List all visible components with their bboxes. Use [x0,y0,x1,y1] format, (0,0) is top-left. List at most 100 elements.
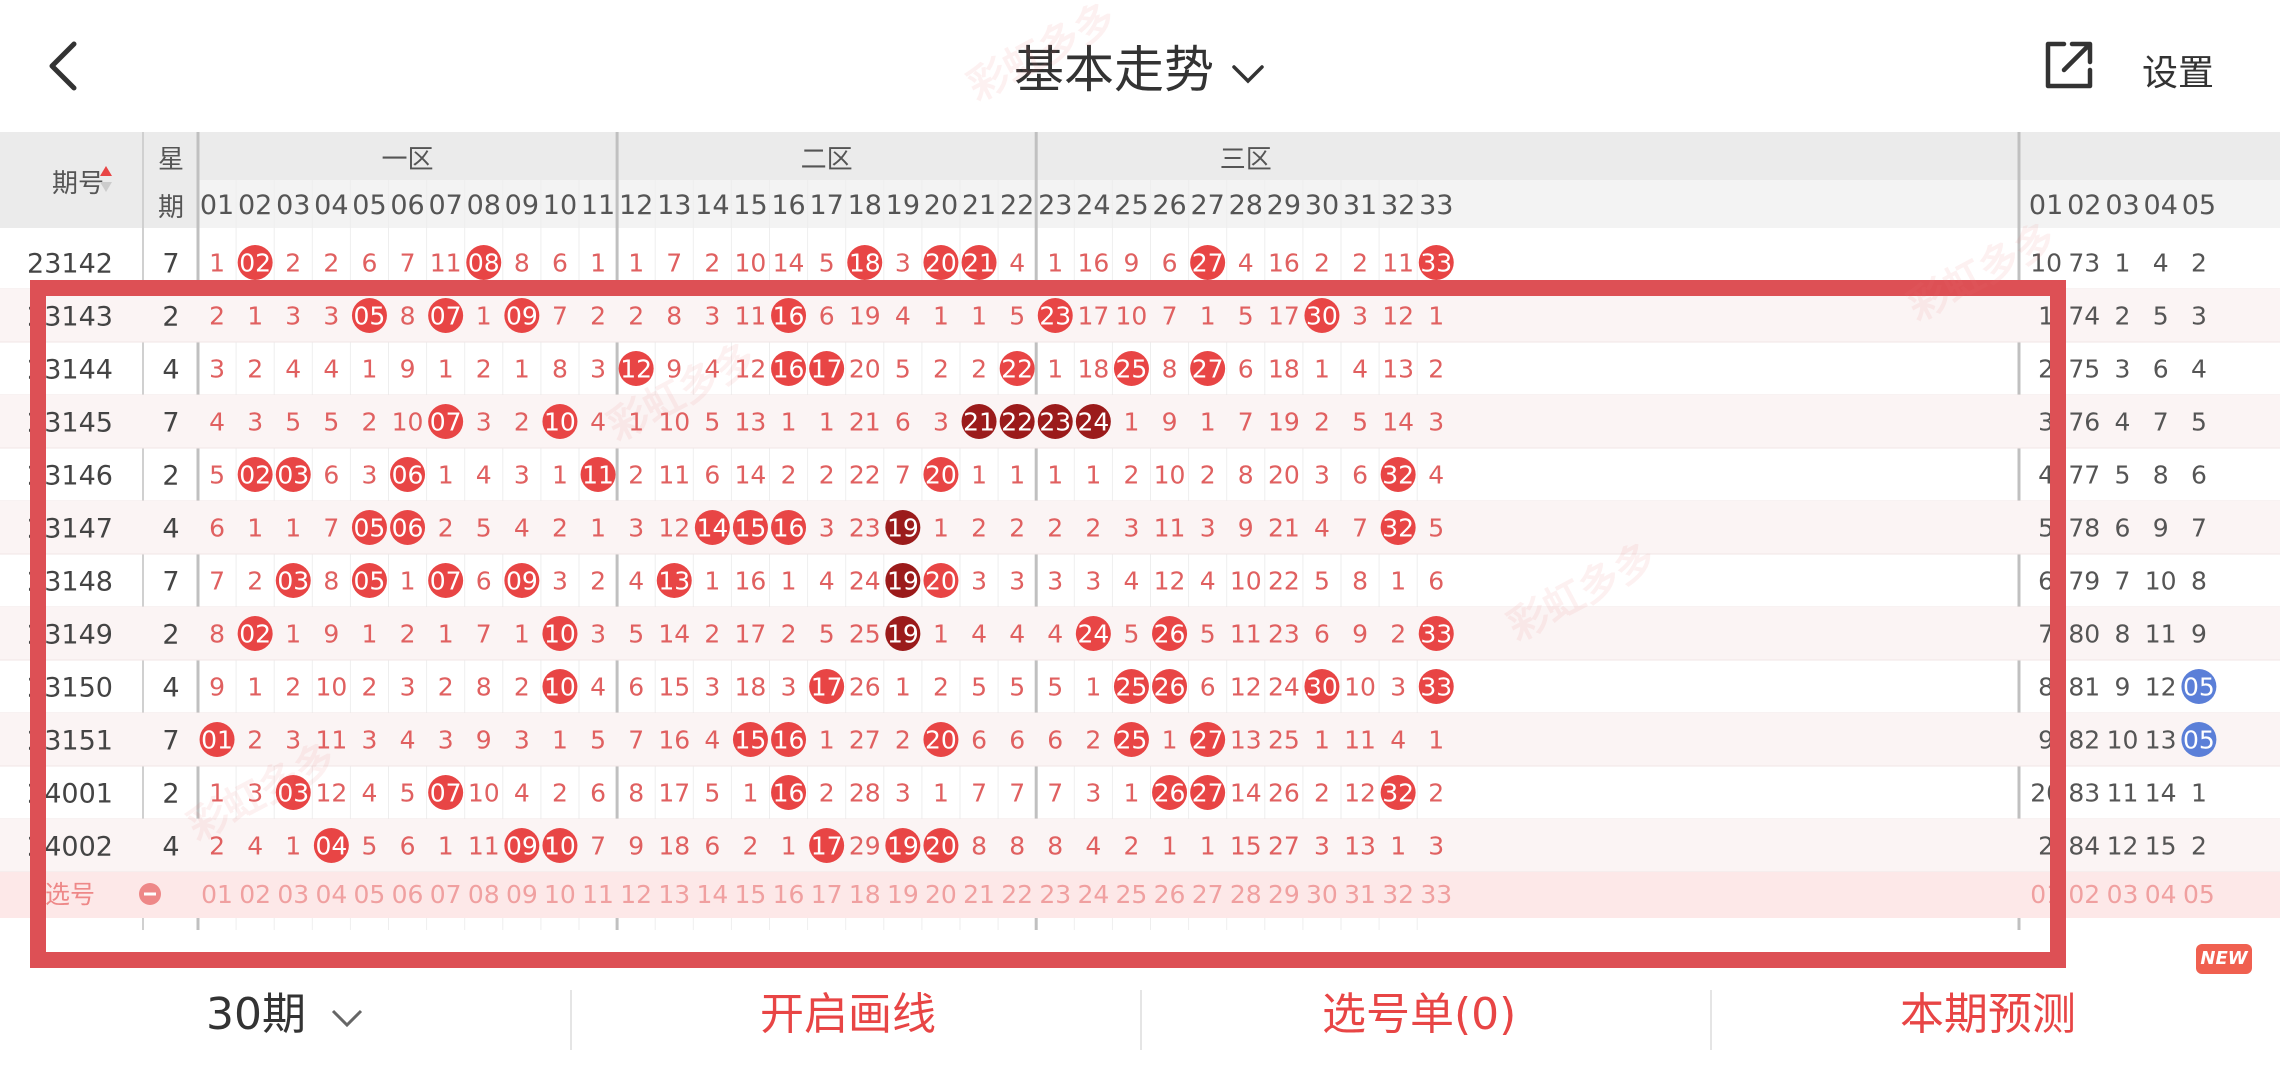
ball-number[interactable]: 26 [1154,673,1186,702]
ball-number[interactable]: 25 [1116,726,1148,755]
ball-number[interactable]: 27 [1192,726,1224,755]
ball-number[interactable]: 26 [1154,779,1186,808]
ball-number[interactable]: 24 [1077,408,1109,437]
predict-button[interactable]: 本期预测 [1900,978,2076,1042]
ball-number[interactable]: 03 [277,461,309,490]
ball-number[interactable]: 17 [811,355,843,384]
select-number[interactable]: 09 [506,880,538,909]
select-row-label[interactable]: 选号 [45,880,95,909]
ball-number[interactable]: 07 [430,302,462,331]
ball-number[interactable]: 02 [239,249,271,278]
ball-number[interactable]: 07 [430,779,462,808]
ball-number[interactable]: 13 [658,567,690,596]
select-number[interactable]: 17 [811,880,843,909]
ball-number[interactable]: 02 [239,461,271,490]
select-number[interactable]: 15 [735,880,767,909]
ball-number[interactable]: 32 [1382,514,1414,543]
select-number[interactable]: 05 [2183,880,2215,909]
ball-number[interactable]: 07 [430,408,462,437]
ball-number[interactable]: 25 [1116,355,1148,384]
ball-number[interactable]: 02 [239,620,271,649]
select-number[interactable]: 08 [468,880,500,909]
ball-number[interactable]: 05 [354,514,386,543]
select-number[interactable]: 04 [2145,880,2177,909]
select-number[interactable]: 01 [201,880,233,909]
ball-number[interactable]: 20 [925,567,957,596]
ball-number[interactable]: 23 [1039,408,1071,437]
select-number[interactable]: 23 [1039,880,1071,909]
ball-number[interactable]: 25 [1116,673,1148,702]
ball-number[interactable]: 27 [1192,249,1224,278]
select-number[interactable]: 06 [392,880,424,909]
ball-number[interactable]: 04 [315,832,347,861]
ball-number[interactable]: 09 [506,567,538,596]
ball-number[interactable]: 20 [925,832,957,861]
ball-number[interactable]: 20 [925,461,957,490]
ball-number[interactable]: 11 [582,461,614,490]
ball-number[interactable]: 06 [392,514,424,543]
ball-number[interactable]: 10 [544,832,576,861]
ball-number[interactable]: 18 [849,249,881,278]
ball-number[interactable]: 19 [887,514,919,543]
ball-number[interactable]: 20 [925,249,957,278]
ball-number[interactable]: 17 [811,673,843,702]
select-number[interactable]: 01 [2030,880,2062,909]
ball-number[interactable]: 03 [277,779,309,808]
select-number[interactable]: 18 [849,880,881,909]
select-number[interactable]: 25 [1116,880,1148,909]
select-number[interactable]: 26 [1154,880,1186,909]
ball-number[interactable]: 27 [1192,355,1224,384]
select-number[interactable]: 10 [544,880,576,909]
ball-number[interactable]: 24 [1077,620,1109,649]
ball-number[interactable]: 22 [1001,408,1033,437]
ball-number[interactable]: 16 [773,779,805,808]
ball-number[interactable]: 20 [925,726,957,755]
ball-number[interactable]: 15 [735,514,767,543]
ball-number[interactable]: 06 [392,461,424,490]
ball-number[interactable]: 08 [468,249,500,278]
ball-number[interactable]: 32 [1382,779,1414,808]
select-number[interactable]: 33 [1420,880,1452,909]
page-title[interactable]: 基本走势 [0,30,2280,102]
ball-number[interactable]: 19 [887,832,919,861]
ball-number[interactable]: 32 [1382,461,1414,490]
select-number[interactable]: 20 [925,880,957,909]
ball-number[interactable]: 17 [811,832,843,861]
select-number[interactable]: 11 [582,880,614,909]
select-number[interactable]: 24 [1077,880,1109,909]
pick-list-button[interactable]: 选号单(0) [1322,978,1516,1042]
ball-number[interactable]: 07 [430,567,462,596]
select-number[interactable]: 07 [430,880,462,909]
ball-number[interactable]: 19 [887,620,919,649]
ball-number[interactable]: 10 [544,620,576,649]
ball-number[interactable]: 16 [773,514,805,543]
ball-number[interactable]: 16 [773,355,805,384]
select-number[interactable]: 03 [2107,880,2139,909]
select-number[interactable]: 02 [2068,880,2100,909]
ball-number[interactable]: 33 [1420,620,1452,649]
select-number[interactable]: 27 [1192,880,1224,909]
select-number[interactable]: 05 [354,880,386,909]
col-header-period[interactable]: 期号 [52,169,104,199]
select-number[interactable]: 02 [239,880,271,909]
ball-number[interactable]: 21 [963,249,995,278]
ball-number[interactable]: 09 [506,832,538,861]
ball-number[interactable]: 05 [2183,673,2215,702]
ball-number[interactable]: 33 [1420,673,1452,702]
select-number[interactable]: 12 [620,880,652,909]
ball-number[interactable]: 03 [277,567,309,596]
select-number[interactable]: 30 [1306,880,1338,909]
select-number[interactable]: 13 [658,880,690,909]
ball-number[interactable]: 12 [620,355,652,384]
ball-number[interactable]: 01 [201,726,233,755]
select-number[interactable]: 16 [773,880,805,909]
ball-number[interactable]: 21 [963,408,995,437]
draw-line-button[interactable]: 开启画线 [760,978,936,1042]
select-number[interactable]: 14 [696,880,728,909]
ball-number[interactable]: 05 [2183,726,2215,755]
select-number[interactable]: 03 [277,880,309,909]
ball-number[interactable]: 23 [1039,302,1071,331]
ball-number[interactable]: 16 [773,726,805,755]
select-number[interactable]: 04 [315,880,347,909]
settings-button[interactable]: 设置 [2142,44,2214,96]
